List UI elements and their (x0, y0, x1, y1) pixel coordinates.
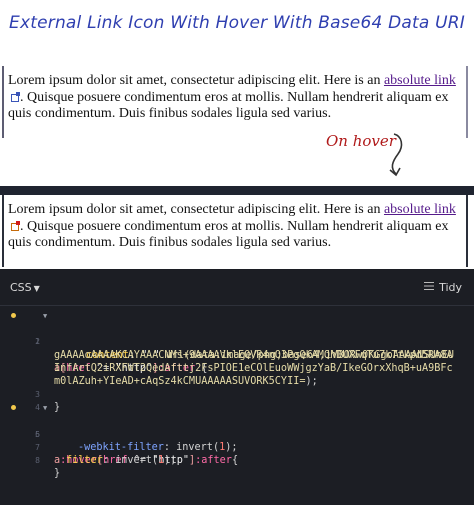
editor-header: CSS ▼ Tidy (0, 269, 474, 306)
external-link-icon-hovered (11, 220, 20, 231)
demo-paragraph-hover: Lorem ipsum dolor sit amet, consectetur … (8, 202, 460, 252)
code-area[interactable]: 1 ▼ a[href ^= "http"]:after { 2 content:… (0, 309, 474, 480)
code-line: 4 (35, 403, 40, 413)
text-before: Lorem ipsum dolor sit amet, consectetur … (8, 73, 384, 88)
page-title: External Link Icon With Hover With Base6… (9, 13, 465, 33)
warning-dot-icon (11, 405, 16, 411)
tidy-icon (424, 282, 435, 290)
left-border (2, 66, 4, 138)
css-editor: CSS ▼ Tidy 1 ▼ a[href ^= "http"]:after { … (0, 269, 474, 505)
code-line-wrap: gAAAAoAAAAKCAYAAACNMs+9AAAAVklEQVR4nO3Pg… (54, 349, 453, 361)
code-line: 6 -webkit-filter: invert(1); (35, 429, 238, 453)
absolute-link-hovered[interactable]: absolute link (384, 202, 456, 217)
demo-card-default: Lorem ipsum dolor sit amet, consectetur … (2, 66, 468, 138)
language-label: CSS (10, 281, 32, 294)
tidy-label: Tidy (439, 281, 462, 294)
code-line-wrap: InfArtQ2iRXFWT2QedAfttj2FsPIOE1eCOlEuoWW… (54, 362, 453, 374)
warning-dot-icon (11, 313, 16, 318)
editor-top-strip (0, 186, 474, 195)
demo-card-hover: Lorem ipsum dolor sit amet, consectetur … (2, 195, 468, 267)
demo-paragraph: Lorem ipsum dolor sit amet, consectetur … (8, 73, 460, 123)
code-line-wrap: m0lAZuh+YIeAD+cAqSz4kCMUAAAAASUVORK5CYII… (54, 375, 318, 387)
absolute-link[interactable]: absolute link (384, 73, 456, 88)
code-line: 3 } (35, 390, 61, 414)
text-after: . Quisque posuere condimentum eros at mo… (8, 218, 449, 251)
right-border (466, 66, 468, 138)
right-border (466, 195, 468, 267)
code-line: 1 ▼ a[href ^= "http"]:after { (0, 309, 474, 374)
code-line: 5 ▼ a:hover[href ^= "http"]:after{ (0, 401, 474, 466)
chevron-down-icon: ▼ (33, 284, 40, 293)
external-link-icon (11, 91, 20, 102)
code-line: 7 filter: invert(1); (35, 442, 177, 467)
curved-arrow-icon (389, 133, 403, 177)
tidy-button[interactable]: Tidy (424, 281, 462, 294)
left-border (2, 195, 4, 267)
code-line: 8 } (35, 456, 61, 480)
text-after: . Quisque posuere condimentum eros at mo… (8, 89, 449, 122)
language-selector[interactable]: CSS ▼ (10, 281, 40, 294)
code-line: 2 content: " " url(data:image/png;base64… (35, 337, 455, 361)
text-before: Lorem ipsum dolor sit amet, consectetur … (8, 202, 384, 217)
